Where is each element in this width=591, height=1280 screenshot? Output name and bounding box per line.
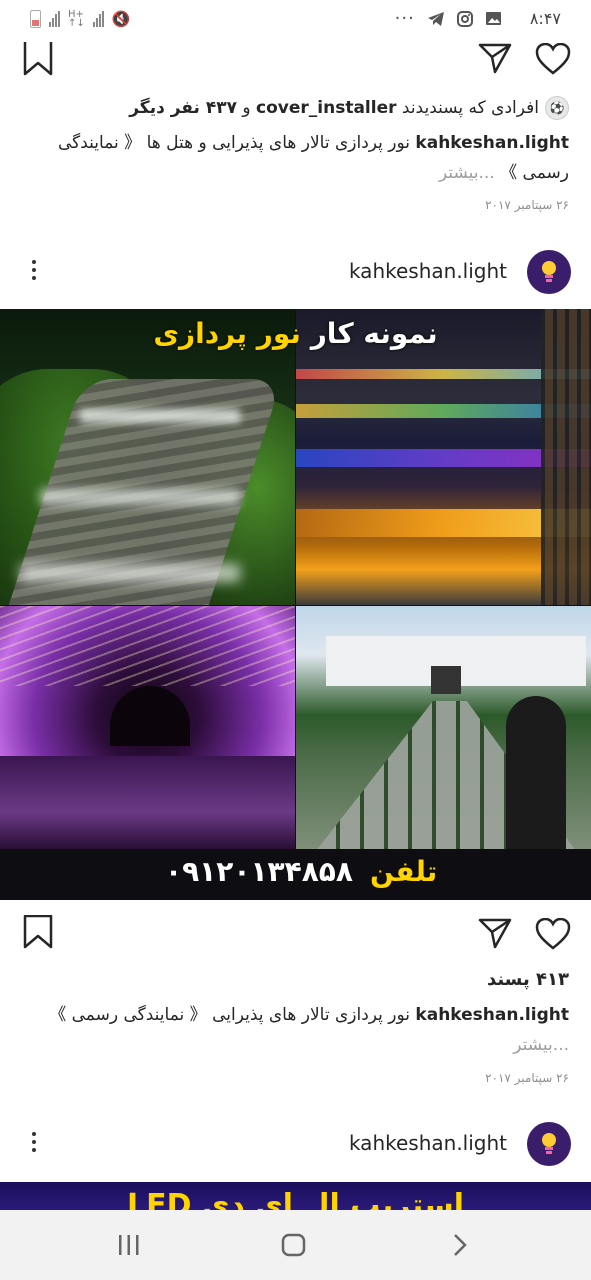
lightbulb-logo-icon bbox=[542, 261, 556, 282]
avatar[interactable] bbox=[527, 250, 571, 294]
liked-by-line: ⚽ افرادی که پسندیدند cover_installer و ۴۳… bbox=[29, 96, 569, 120]
network-type-icon: H+ ↑↓ bbox=[68, 9, 85, 29]
image-headline: نمونه کار نور پردازی bbox=[0, 317, 591, 350]
back-icon[interactable] bbox=[451, 1233, 469, 1257]
recent-apps-icon[interactable] bbox=[117, 1234, 141, 1256]
send-icon[interactable] bbox=[478, 917, 512, 949]
system-nav-bar bbox=[0, 1210, 591, 1280]
post3-username[interactable]: kahkeshan.light bbox=[349, 1131, 507, 1155]
phone-label: تلفن bbox=[370, 855, 438, 888]
headline-white: نمونه کار bbox=[310, 317, 438, 350]
home-icon[interactable] bbox=[281, 1233, 307, 1257]
telegram-icon bbox=[427, 11, 444, 26]
more-options-icon[interactable] bbox=[29, 260, 39, 280]
heart-icon[interactable] bbox=[535, 918, 571, 950]
mute-icon: 🔇 bbox=[111, 10, 131, 28]
tile-colored-stairs bbox=[296, 309, 591, 605]
caption-username[interactable]: kahkeshan.light bbox=[415, 133, 569, 153]
tile-garden-path bbox=[0, 309, 295, 605]
post3-image-text: استریپ ال ای دی LED bbox=[127, 1188, 464, 1210]
post3-header: kahkeshan.light bbox=[0, 1120, 591, 1168]
more-options-icon[interactable] bbox=[29, 1132, 39, 1152]
lightbulb-logo-icon bbox=[542, 1133, 556, 1154]
likes-count[interactable]: ۴۱۳ پسند bbox=[487, 969, 569, 990]
post1-date: ۲۶ سپتامبر ۲۰۱۷ bbox=[485, 198, 569, 212]
liked-prefix: افرادی که پسندیدند bbox=[401, 98, 539, 118]
clock: ۸:۴۷ bbox=[529, 9, 561, 28]
battery-icon bbox=[30, 10, 41, 28]
liked-and: و bbox=[242, 98, 251, 118]
signal-icon-2 bbox=[92, 11, 104, 27]
post2-date: ۲۶ سپتامبر ۲۰۱۷ bbox=[485, 1071, 569, 1085]
post3-image[interactable]: استریپ ال ای دی LED bbox=[0, 1182, 591, 1210]
post2-username[interactable]: kahkeshan.light bbox=[349, 259, 507, 283]
signal-icon bbox=[49, 11, 60, 27]
post2-image[interactable]: نمونه کار نور پردازی ۰۹۱۲۰۱۳۴۸۵۸ تلفن bbox=[0, 309, 591, 900]
status-icons-right: ··· ۸:۴۷ bbox=[395, 8, 561, 29]
post2-caption: kahkeshan.light نور پردازی تالار های پذی… bbox=[19, 1000, 569, 1060]
caption-username[interactable]: kahkeshan.light bbox=[415, 1005, 569, 1025]
instagram-icon bbox=[456, 10, 473, 27]
heart-icon[interactable] bbox=[535, 43, 571, 75]
caption-text: نور پردازی تالار های پذیرایی 《 نمایندگی … bbox=[49, 1005, 411, 1025]
post2-header: kahkeshan.light bbox=[0, 248, 591, 296]
send-icon[interactable] bbox=[478, 42, 512, 74]
liked-others-link[interactable]: ۴۳۷ نفر دیگر bbox=[129, 98, 237, 118]
bookmark-icon[interactable] bbox=[23, 42, 53, 76]
more-link[interactable]: ...بیشتر bbox=[439, 163, 495, 183]
phone-number: ۰۹۱۲۰۱۳۴۸۵۸ bbox=[165, 855, 353, 888]
more-notifications-icon: ··· bbox=[394, 8, 415, 29]
bookmark-icon[interactable] bbox=[23, 915, 53, 949]
avatar[interactable] bbox=[527, 1122, 571, 1166]
tile-purple-tunnel bbox=[0, 606, 295, 849]
status-icons-left: H+ ↑↓ 🔇 bbox=[30, 9, 131, 29]
headline-yellow: نور پردازی bbox=[153, 317, 301, 350]
gallery-icon bbox=[485, 12, 501, 25]
status-bar: H+ ↑↓ 🔇 ··· ۸:۴۷ bbox=[0, 0, 591, 42]
post1-caption: kahkeshan.light نور پردازی تالار های پذی… bbox=[19, 128, 569, 188]
more-link[interactable]: ...بیشتر bbox=[513, 1035, 569, 1055]
liked-avatar[interactable]: ⚽ bbox=[545, 96, 569, 120]
liked-user-link[interactable]: cover_installer bbox=[256, 98, 396, 118]
phone-bar: ۰۹۱۲۰۱۳۴۸۵۸ تلفن bbox=[0, 849, 591, 900]
tile-hall-courtyard bbox=[296, 606, 591, 849]
